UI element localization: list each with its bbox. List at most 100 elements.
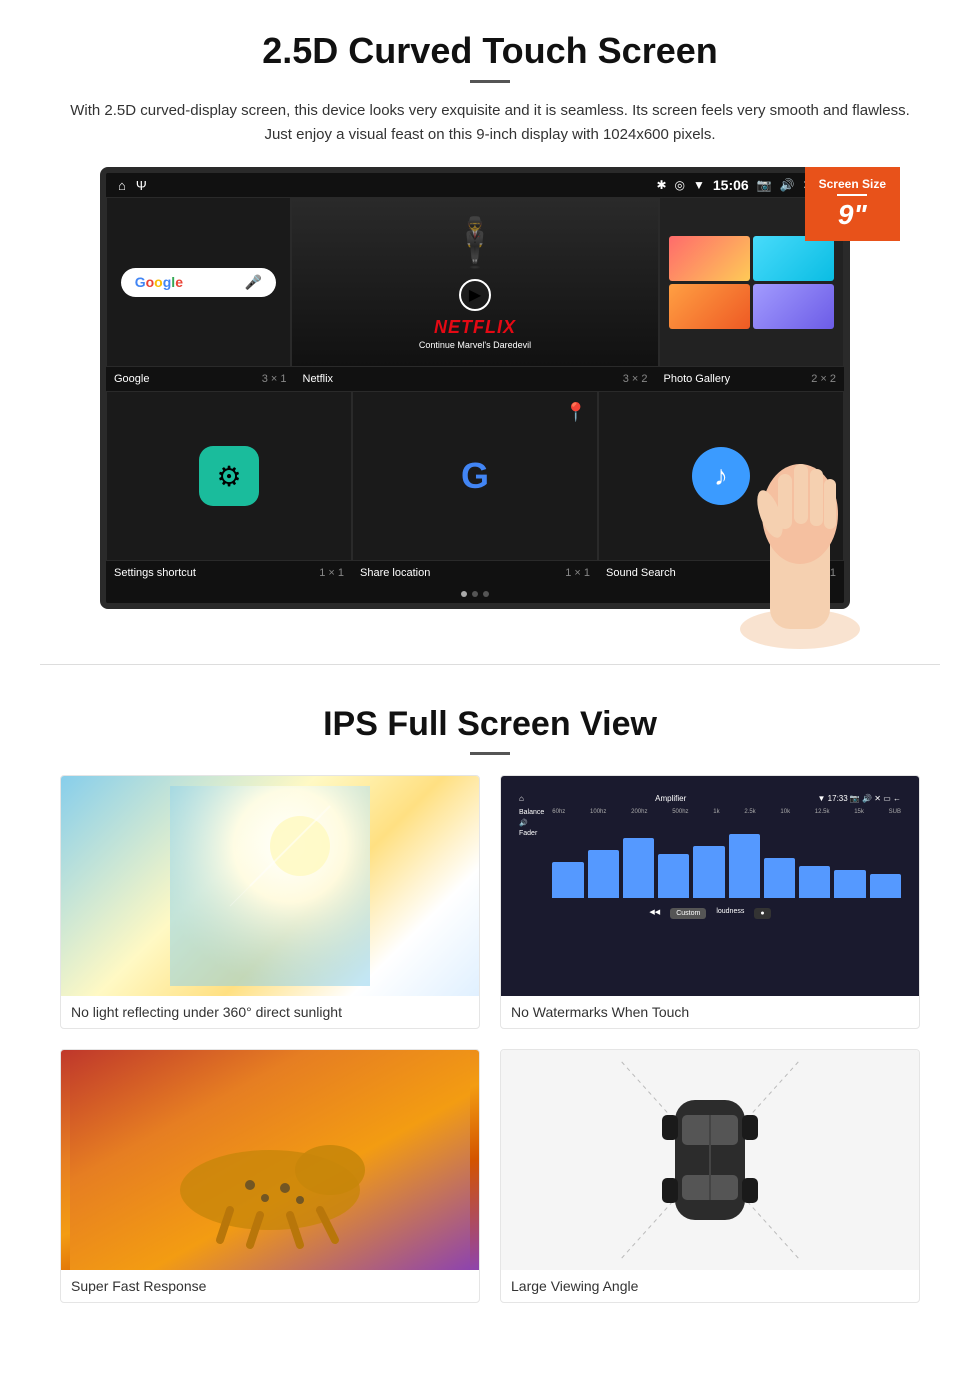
eq-bar-7 (764, 858, 795, 898)
sunlight-caption: No light reflecting under 360° direct su… (61, 996, 479, 1028)
mic-icon[interactable]: 🎤 (245, 274, 262, 291)
google-size: 3 × 1 (262, 373, 287, 385)
volume-icon: 🔊 (780, 178, 795, 192)
google-logo: Google (135, 274, 183, 290)
amp-custom-btn[interactable]: Custom (670, 908, 706, 919)
app-row-top: Google 🎤 🕴 ▶ NETFLIX Continue Marvel's D… (106, 197, 844, 367)
car-image (501, 1050, 919, 1270)
wifi-icon: ▼ (693, 178, 705, 192)
amp-header: ⌂ Amplifier ▼ 17:33 📷 🔊 ✕ ▭ ← (519, 794, 901, 803)
car-caption: Large Viewing Angle (501, 1270, 919, 1302)
app-cell-sound-search[interactable]: ♪ (598, 391, 844, 561)
dot-3 (483, 591, 489, 597)
amp-screen: ⌂ Amplifier ▼ 17:33 📷 🔊 ✕ ▭ ← Balance 🔊 … (511, 786, 909, 986)
label-netflix: Netflix 3 × 2 (295, 371, 656, 387)
eq-bar-3 (623, 838, 654, 898)
status-time: 15:06 (713, 177, 749, 193)
photo-thumb-4 (753, 284, 834, 329)
label-google: Google 3 × 1 (106, 371, 295, 387)
app-cell-settings[interactable]: ⚙ (106, 391, 352, 561)
amp-toggle[interactable]: ● (754, 908, 770, 919)
car-top-view (501, 1050, 919, 1270)
status-bar: ⌂ Ψ ✱ ◎ ▼ 15:06 📷 🔊 ✕ ▭ (106, 173, 844, 197)
section2-title: IPS Full Screen View (60, 705, 920, 744)
device-mockup: Screen Size 9" ⌂ Ψ ✱ ◎ ▼ 15:06 📷 🔊 ✕ (100, 167, 880, 609)
photo-thumb-1 (669, 236, 750, 281)
section2-divider (470, 752, 510, 755)
photo-gallery-label: Photo Gallery (664, 373, 731, 385)
bluetooth-icon: ✱ (656, 178, 666, 192)
label-settings: Settings shortcut 1 × 1 (106, 565, 352, 581)
status-left: ⌂ Ψ (118, 178, 147, 193)
usb-icon: Ψ (136, 178, 147, 193)
netflix-logo: NETFLIX (434, 317, 516, 338)
sunlight-image (61, 776, 479, 996)
cheetah-caption: Super Fast Response (61, 1270, 479, 1302)
section1-subtitle: With 2.5D curved-display screen, this de… (60, 99, 920, 147)
title-divider (470, 80, 510, 83)
section-ips: IPS Full Screen View (0, 695, 980, 1333)
google-maps-logo: G (461, 455, 489, 497)
badge-divider (837, 194, 867, 196)
amp-status: ▼ 17:33 📷 🔊 ✕ ▭ ← (818, 794, 901, 803)
sound-search-label: Sound Search (606, 567, 676, 579)
photo-thumb-2 (753, 236, 834, 281)
badge-size: 9" (838, 199, 867, 230)
app-labels-row1: Google 3 × 1 Netflix 3 × 2 Photo Gallery… (106, 367, 844, 391)
feature-card-car: Large Viewing Angle (500, 1049, 920, 1303)
eq-bar-8 (799, 866, 830, 898)
app-cell-google[interactable]: Google 🎤 (106, 197, 291, 367)
amplifier-caption: No Watermarks When Touch (501, 996, 919, 1028)
settings-icon[interactable]: ⚙ (199, 446, 259, 506)
google-search-bar[interactable]: Google 🎤 (121, 268, 277, 297)
screen-size-badge: Screen Size 9" (805, 167, 900, 241)
netflix-size: 3 × 2 (623, 373, 648, 385)
feature-card-sunlight: No light reflecting under 360° direct su… (60, 775, 480, 1029)
app-cell-netflix[interactable]: 🕴 ▶ NETFLIX Continue Marvel's Daredevil (291, 197, 659, 367)
photo-gallery-size: 2 × 2 (811, 373, 836, 385)
eq-bar-4 (658, 854, 689, 898)
netflix-label: Netflix (303, 373, 334, 385)
feature-card-amplifier: ⌂ Amplifier ▼ 17:33 📷 🔊 ✕ ▭ ← Balance 🔊 … (500, 775, 920, 1029)
section-curved-touch: 2.5D Curved Touch Screen With 2.5D curve… (0, 0, 980, 634)
device-screen: ⌂ Ψ ✱ ◎ ▼ 15:06 📷 🔊 ✕ ▭ (100, 167, 850, 609)
netflix-figure: 🕴 (445, 214, 505, 271)
badge-label: Screen Size (819, 177, 886, 191)
sound-search-size: 1 × 1 (811, 567, 836, 579)
netflix-play-button[interactable]: ▶ (459, 279, 491, 311)
home-icon[interactable]: ⌂ (118, 178, 126, 193)
photo-thumb-3 (669, 284, 750, 329)
sound-search-icon[interactable]: ♪ (692, 447, 750, 505)
location-icon: ◎ (675, 178, 685, 192)
settings-size: 1 × 1 (319, 567, 344, 579)
section-divider (40, 664, 940, 665)
google-label: Google (114, 373, 149, 385)
share-location-label: Share location (360, 567, 430, 579)
amp-title: Amplifier (655, 794, 686, 803)
camera-icon: 📷 (757, 178, 772, 192)
section1-title: 2.5D Curved Touch Screen (60, 30, 920, 72)
eq-bar-1 (552, 862, 583, 898)
app-labels-row2: Settings shortcut 1 × 1 Share location 1… (106, 561, 844, 585)
amp-prev-icon: ◀◀ (649, 908, 660, 919)
label-sound-search: Sound Search 1 × 1 (598, 565, 844, 581)
netflix-background: 🕴 ▶ NETFLIX Continue Marvel's Daredevil (292, 198, 658, 366)
feature-card-cheetah: Super Fast Response (60, 1049, 480, 1303)
share-location-size: 1 × 1 (565, 567, 590, 579)
label-photo-gallery: Photo Gallery 2 × 2 (656, 371, 845, 387)
eq-bar-9 (834, 870, 865, 898)
eq-bar-6 (729, 834, 760, 898)
cheetah-image (61, 1050, 479, 1270)
amp-home-icon: ⌂ (519, 794, 524, 803)
eq-bar-10 (870, 874, 901, 898)
amp-equalizer (552, 818, 901, 898)
maps-marker-icon: 📍 (565, 402, 587, 423)
gear-icon: ⚙ (216, 460, 241, 493)
app-cell-share-location[interactable]: G 📍 (352, 391, 598, 561)
dot-2 (472, 591, 478, 597)
settings-label: Settings shortcut (114, 567, 196, 579)
pagination-dots (106, 585, 844, 603)
app-row-bottom: ⚙ G 📍 ♪ (106, 391, 844, 561)
photo-stack (669, 236, 834, 329)
eq-bar-2 (588, 850, 619, 898)
